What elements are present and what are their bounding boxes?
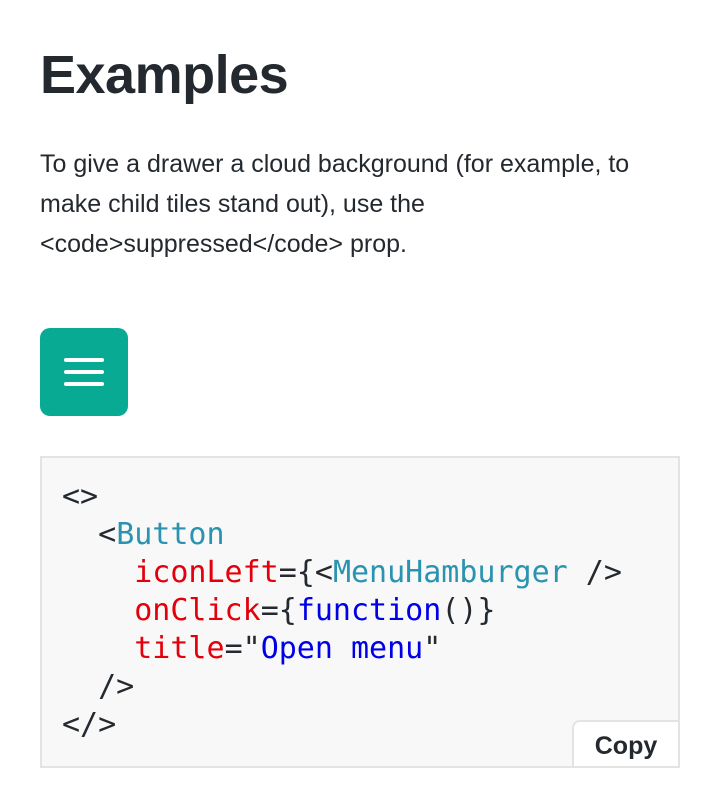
code-token: =" <box>224 631 261 666</box>
code-token: < <box>98 517 117 552</box>
code-token: ()} <box>441 593 496 628</box>
open-menu-button[interactable] <box>40 328 128 416</box>
code-token: /> <box>98 669 135 704</box>
code-token: ={ <box>260 593 297 628</box>
code-keyword: function <box>296 593 442 628</box>
code-token: <> <box>62 479 99 514</box>
code-attr-name: iconLeft <box>134 555 279 590</box>
code-token: ={< <box>278 555 333 590</box>
code-block: <> <Button iconLeft={<MenuHamburger /> o… <box>62 478 622 744</box>
page-title: Examples <box>40 45 289 105</box>
menu-hamburger-icon <box>64 358 104 386</box>
copy-button[interactable]: Copy <box>572 720 678 766</box>
code-string: Open menu <box>260 631 424 666</box>
code-tag-name: Button <box>116 517 225 552</box>
code-tag-name: MenuHamburger <box>332 555 568 590</box>
code-attr-name: onClick <box>134 593 261 628</box>
code-attr-name: title <box>134 631 225 666</box>
code-token: /> <box>567 555 622 590</box>
code-token: " <box>423 631 442 666</box>
code-example: <> <Button iconLeft={<MenuHamburger /> o… <box>40 456 680 768</box>
section-description: To give a drawer a cloud background (for… <box>40 150 630 258</box>
code-token: </> <box>62 707 117 742</box>
